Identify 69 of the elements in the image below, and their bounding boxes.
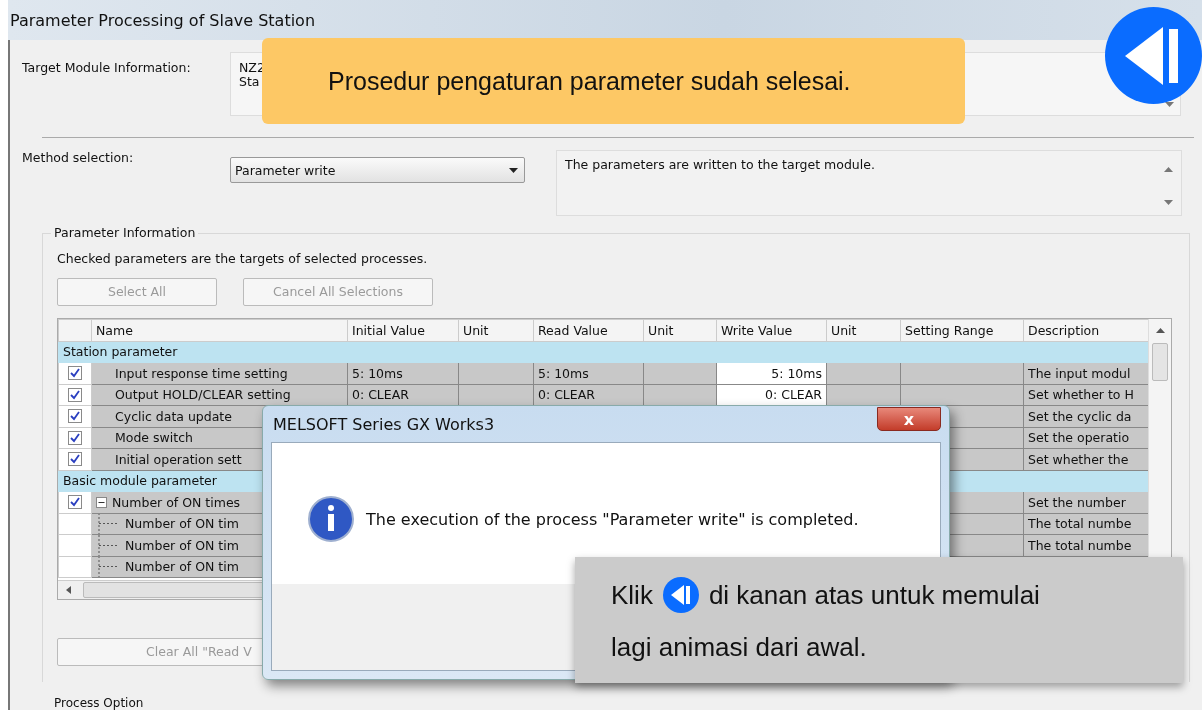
callout-text: di kanan atas untuk memulai — [708, 579, 1040, 611]
dialog-message: The execution of the process "Parameter write" is completed. — [366, 509, 859, 529]
parameter-name: Output HOLD/CLEAR setting — [115, 387, 291, 403]
table-cell: Set the operatio — [1028, 430, 1130, 446]
parameter-name: Number of ON times — [112, 494, 241, 510]
method-dropdown[interactable]: Parameter write — [230, 157, 525, 184]
tree-line-icon — [96, 535, 120, 556]
callout-text: lagi animasi dari awal. — [611, 631, 867, 663]
method-description-text: The parameters are written to the target module. — [565, 157, 875, 175]
column-header: Description — [1023, 319, 1149, 342]
checked-checkbox[interactable] — [68, 409, 82, 424]
table-cell: Set the number — [1028, 494, 1126, 510]
window-title: Parameter Processing of Slave Station — [10, 10, 316, 30]
table-cell: Set whether the — [1028, 451, 1129, 467]
checked-checkbox[interactable] — [68, 387, 82, 402]
target-module-text: Sta — [239, 75, 261, 89]
table-cell: 0: CLEAR — [765, 387, 822, 403]
replay-icon — [662, 577, 699, 613]
checked-checkbox[interactable] — [68, 452, 82, 467]
column-header: Read Value — [533, 319, 644, 342]
scrollbar-thumb[interactable] — [1152, 342, 1168, 381]
group-legend: Parameter Information — [51, 224, 199, 240]
column-header: Unit — [458, 319, 534, 342]
scroll-up-icon[interactable] — [1164, 167, 1173, 173]
scroll-down-icon[interactable] — [1164, 200, 1173, 206]
column-header: Write Value — [716, 319, 827, 342]
table-cell: 5: 10ms — [352, 365, 403, 381]
table-cell: Set the cyclic da — [1028, 408, 1132, 424]
method-selection-label: Method selection: — [22, 150, 135, 168]
parameter-name: Initial operation sett — [115, 451, 242, 467]
scroll-down-icon[interactable] — [1165, 102, 1174, 107]
column-header: Setting Range — [900, 319, 1024, 342]
collapse-icon[interactable] — [96, 496, 107, 508]
table-cell: 0: CLEAR — [352, 387, 409, 403]
banner-text: Prosedur pengaturan parameter sudah selesai. — [328, 66, 851, 96]
parameter-name: Number of ON tim — [125, 537, 239, 553]
table-cell: The total numbe — [1028, 537, 1132, 553]
dropdown-caret-icon — [509, 167, 518, 173]
tree-line-icon — [96, 557, 120, 577]
tree-line-icon — [96, 514, 120, 534]
table-cell: 5: 10ms — [771, 365, 822, 381]
checked-checkbox[interactable] — [68, 366, 82, 381]
table-cell: Set whether to H — [1028, 387, 1134, 403]
table-cell: 0: CLEAR — [538, 387, 595, 403]
checked-checkbox[interactable] — [68, 430, 82, 445]
parameter-name: Cyclic data update — [115, 408, 232, 424]
column-header: Unit — [643, 319, 717, 342]
column-header: Initial Value — [347, 319, 459, 342]
process-option-label: Process Option — [54, 696, 145, 710]
group-row: Station parameter — [58, 341, 1149, 363]
close-button[interactable]: x — [877, 407, 941, 431]
replay-button[interactable] — [1105, 7, 1202, 104]
hint-text: Checked parameters are the targets of selected processes. — [57, 250, 429, 266]
parameter-name: Number of ON tim — [125, 559, 239, 575]
checked-checkbox[interactable] — [68, 495, 82, 510]
info-icon — [308, 496, 354, 542]
table-cell: 5: 10ms — [538, 365, 589, 381]
parameter-name: Mode switch — [115, 430, 193, 446]
target-module-label: Target Module Information: — [22, 60, 192, 77]
dialog-title: MELSOFT Series GX Works3 — [273, 414, 495, 434]
table-cell: The total numbe — [1028, 516, 1132, 532]
scroll-left-icon[interactable] — [66, 585, 71, 594]
parameter-name: Input response time setting — [115, 365, 288, 381]
table-cell: The input modul — [1028, 365, 1131, 381]
column-header: Name — [91, 319, 348, 342]
column-header: Unit — [826, 319, 901, 342]
scroll-up-icon[interactable] — [1155, 327, 1165, 333]
callout-text: Klik — [611, 579, 653, 611]
parameter-name: Number of ON tim — [125, 516, 239, 532]
